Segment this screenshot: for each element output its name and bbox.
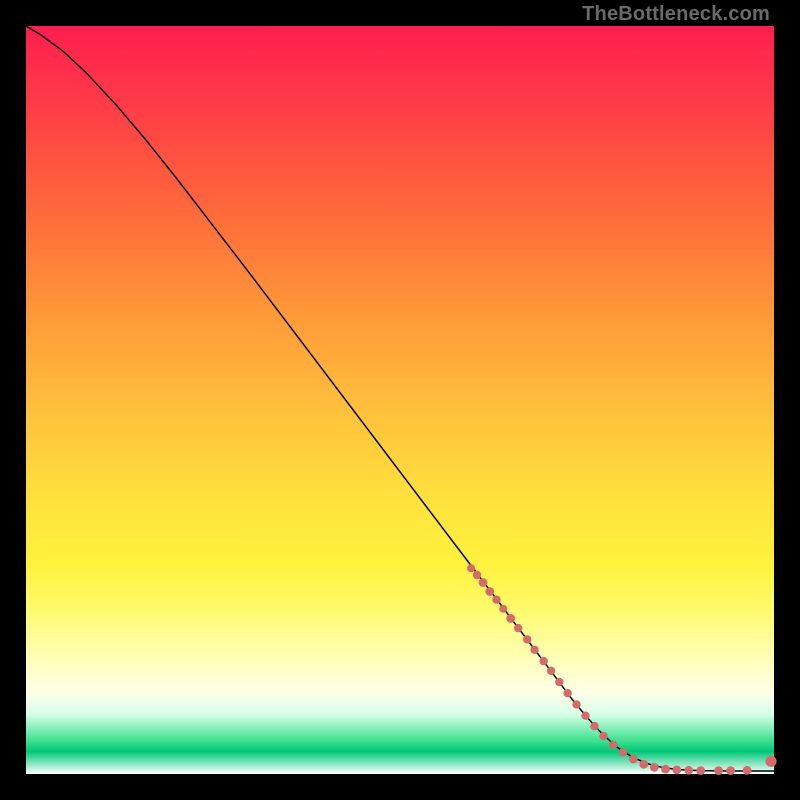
data-marker	[479, 578, 488, 587]
data-marker	[530, 646, 538, 654]
data-marker	[506, 614, 515, 623]
data-marker	[514, 624, 522, 632]
data-marker	[650, 763, 659, 772]
data-marker	[684, 766, 693, 775]
data-marker	[726, 766, 735, 775]
data-marker	[555, 678, 563, 686]
data-marker	[629, 755, 638, 764]
data-marker	[696, 766, 705, 775]
data-marker	[661, 765, 670, 774]
data-marker	[563, 689, 571, 697]
data-marker	[609, 741, 617, 749]
data-marker	[599, 732, 607, 740]
data-marker	[467, 564, 475, 572]
chart-stage: TheBottleneck.com	[0, 0, 800, 800]
chart-overlay	[26, 26, 774, 774]
data-marker	[672, 766, 681, 775]
data-marker	[539, 657, 547, 665]
data-marker	[547, 667, 555, 675]
data-marker	[619, 748, 627, 756]
data-marker	[485, 587, 494, 596]
data-marker	[572, 700, 580, 708]
data-marker	[639, 760, 648, 769]
curve-line	[26, 26, 774, 771]
data-marker	[590, 722, 598, 730]
data-marker	[743, 766, 752, 775]
data-marker	[499, 605, 507, 613]
data-marker	[492, 596, 500, 604]
data-marker	[765, 756, 776, 767]
data-marker	[523, 635, 531, 643]
watermark-text: TheBottleneck.com	[582, 3, 770, 26]
markers-group	[467, 564, 777, 775]
data-marker	[714, 766, 723, 775]
data-marker	[473, 571, 481, 579]
data-marker	[581, 712, 589, 720]
